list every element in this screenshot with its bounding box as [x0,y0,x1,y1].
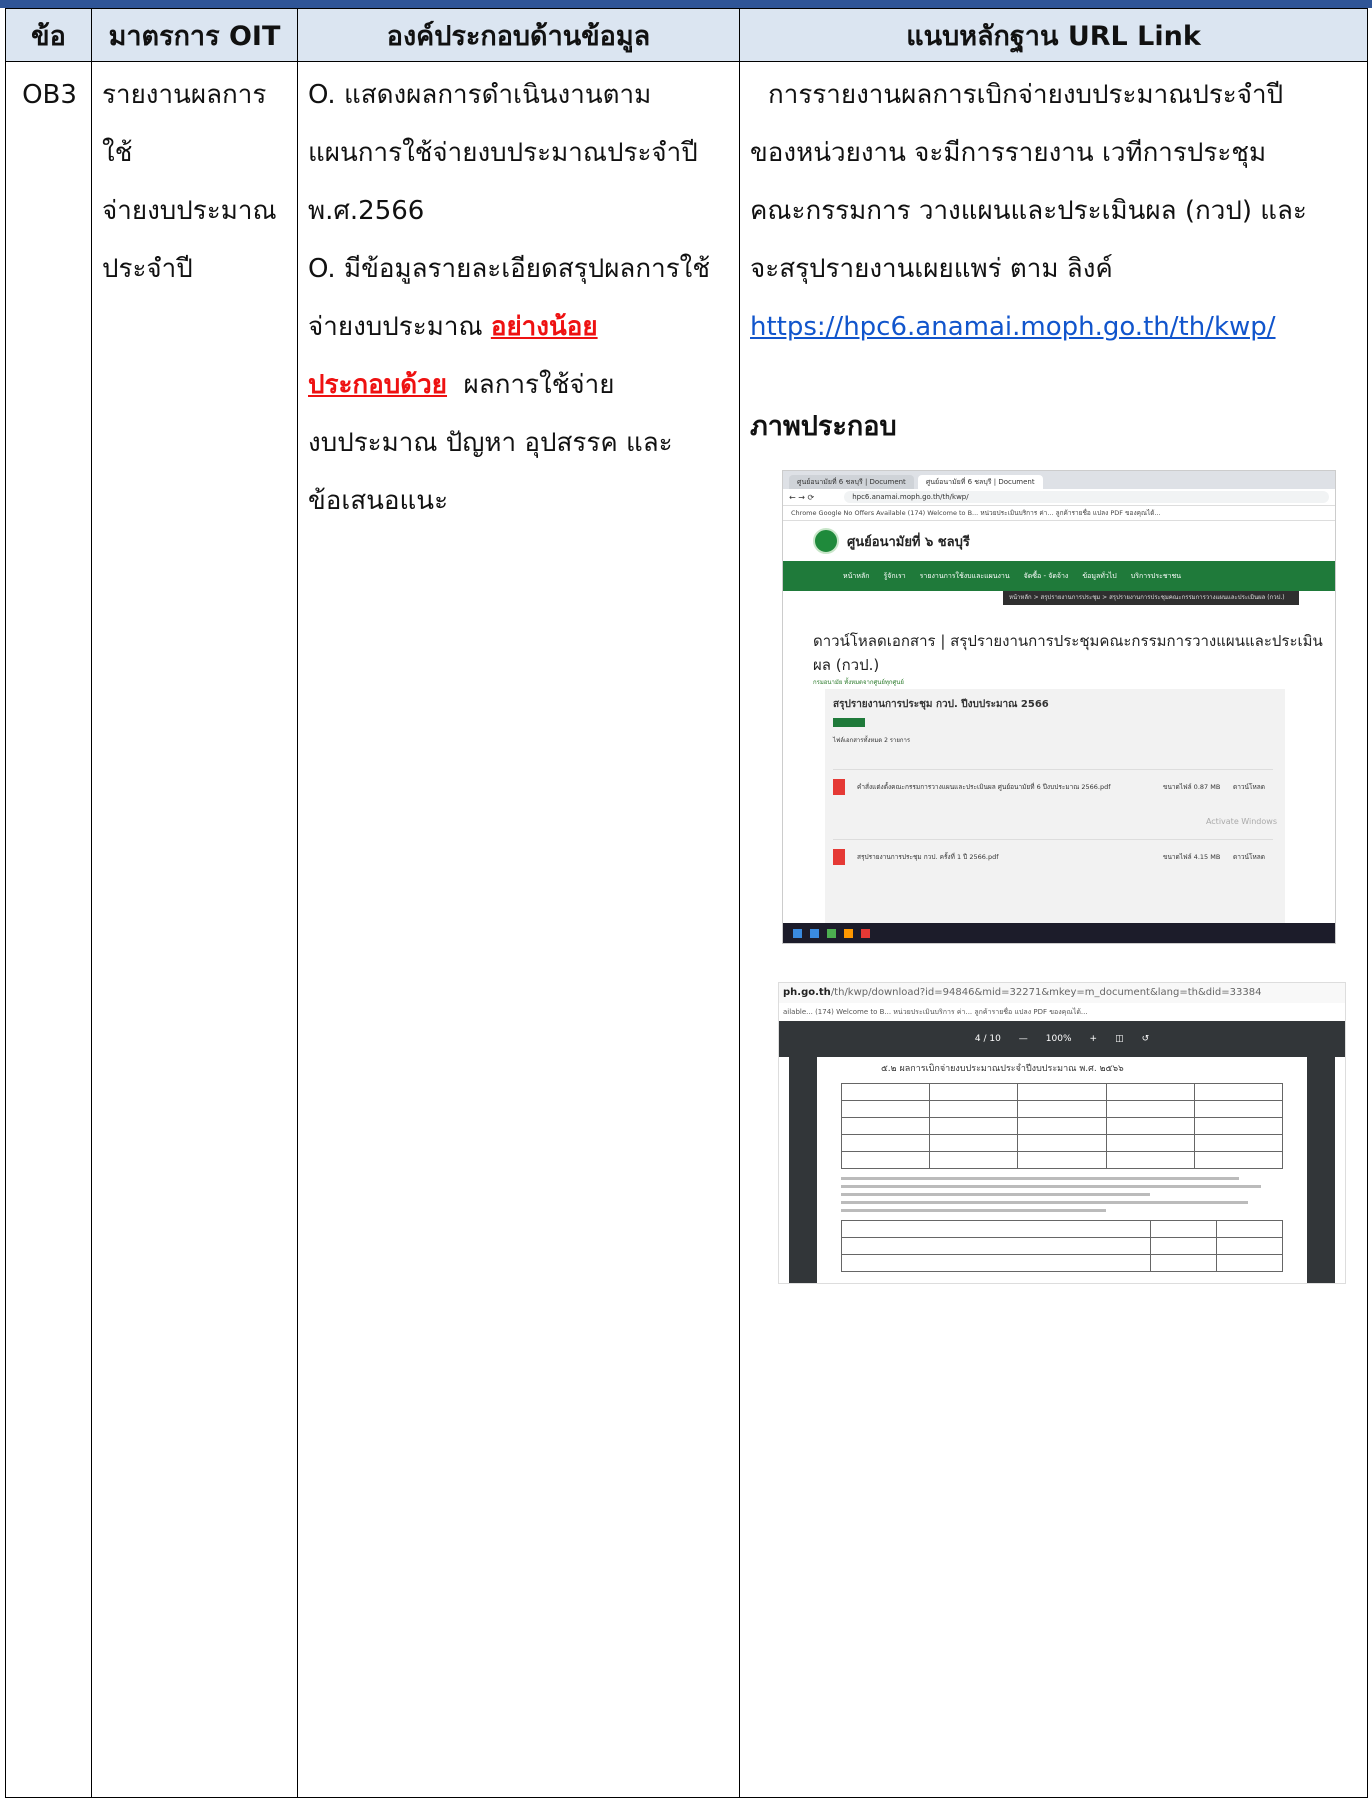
file-meta: ขนาดไฟล์ 4.15 MB [1163,853,1221,861]
list-item: คำสั่งแต่งตั้งคณะกรรมการวางแผนและประเมิน… [833,769,1273,804]
address-bar: ← → ⟳ hpc6.anamai.moph.go.th/th/kwp/ [783,489,1335,506]
plan-table [841,1220,1284,1272]
app-icon [827,928,836,938]
evidence-line: การรายงานผลการเบิกจ่ายงบประมาณประจำปี [768,80,1284,110]
pdf-toolbar: 4 / 10 — 100% + ◫ ↺ [779,1021,1345,1057]
document-list: สรุปรายงานการประชุม กวป. ปีงบประมาณ 2566… [825,689,1285,929]
component-line: ข้อเสนอแนะ [308,486,449,516]
watermark: Activate Windows [1205,817,1277,826]
fit-page-icon: ◫ [1115,1034,1124,1044]
evidence-url-link[interactable]: https://hpc6.anamai.moph.go.th/th/kwp/ [750,312,1276,342]
url-domain: ph.go.th [783,987,831,998]
pdf-url: ph.go.th/th/kwp/download?id=94846&mid=32… [779,983,1345,1003]
component-line: แผนการใช้จ่ายงบประมาณประจำปี [308,138,698,168]
site-header: ศูนย์อนามัยที่ ๖ ชลบุรี [783,521,1335,561]
file-name: สรุปรายงานการประชุม กวป. ครั้งที่ 1 ปี 2… [857,853,999,861]
component-text: O. แสดงผลการดำเนินงานตาม แผนการใช้จ่ายงบ… [298,62,739,530]
nav-item: รายงานการใช้งบและแผนงาน [919,571,1010,580]
header-measure: มาตรการ OIT [91,8,298,62]
measure-line: รายงานผลการใช้ [102,80,267,168]
component-line: พ.ศ.2566 [308,196,425,226]
bookmarks-bar: ailable... (174) Welcome to B... หน่วยปร… [783,1008,1088,1016]
measure-line: จ่ายงบประมาณ [102,196,277,226]
taskbar [783,923,1335,943]
figure-label: ภาพประกอบ [750,411,897,442]
evidence-line: คณะกรรมการ วางแผนและประเมินผล (กวป) และ [750,196,1307,226]
rotate-icon: ↺ [1141,1034,1150,1044]
page-title: ดาวน์โหลดเอกสาร | สรุปรายงานการประชุมคณะ… [813,629,1335,687]
nav-item: จัดซื้อ - จัดจ้าง [1023,571,1069,580]
site-nav: หน้าหลัก รู้จักเรา รายงานการใช้งบและแผนง… [783,561,1335,591]
year-badge [833,718,865,727]
page-subtitle: กรมอนามัย ทั้งหมดจากศูนย์ทุกศูนย์ [813,679,904,686]
bookmarks-bar: Chrome Google No Offers Available (174) … [783,506,1335,521]
component-line: ประกอบด้วย ผลการใช้จ่าย [308,356,731,414]
nav-item: บริการประชาชน [1130,571,1182,580]
pdf-screenshot: ph.go.th/th/kwp/download?id=94846&mid=32… [778,982,1346,1284]
component-line: งบประมาณ ปัญหา อุปสรรค และ [308,428,673,458]
file-meta: ขนาดไฟล์ 0.87 MB [1163,783,1221,791]
file-name: คำสั่งแต่งตั้งคณะกรรมการวางแผนและประเมิน… [857,783,1111,791]
component-text-span: ผลการใช้จ่าย [447,370,615,400]
page-title-text: ดาวน์โหลดเอกสาร | สรุปรายงานการประชุมคณะ… [813,632,1323,674]
header-row: ข้อ มาตรการ OIT องค์ประกอบด้านข้อมูล แนบ… [5,8,1368,62]
browser-tab-active: ศูนย์อนามัยที่ 6 ชลบุรี | Document [917,475,1043,489]
nav-item: หน้าหลัก [843,571,870,580]
evidence-line: ของหน่วยงาน จะมีการรายงาน เวทีการประชุม [750,138,1267,168]
url-path: /th/kwp/download?id=94846&mid=32271&mkey… [830,987,1262,998]
cell-no: OB3 [5,61,92,1798]
pdf-icon [833,849,845,865]
emphasis-consists-of: ประกอบด้วย [308,370,448,400]
measure-text: รายงานผลการใช้ จ่ายงบประมาณ ประจำปี [92,62,297,298]
budget-table [840,1083,1284,1169]
list-item: สรุปรายงานการประชุม กวป. ครั้งที่ 1 ปี 2… [833,839,1273,874]
website-screenshot: ศูนย์อนามัยที่ 6 ชลบุรี | Document ศูนย์… [782,470,1336,944]
file-count: ไฟล์เอกสารทั้งหมด 2 รายการ [833,737,911,744]
address-url: hpc6.anamai.moph.go.th/th/kwp/ [844,491,1329,503]
measure-line: ประจำปี [102,254,193,284]
doc-heading: ๕.๒ ผลการเบิกจ่ายงบประมาณประจำปีงบประมาณ… [881,1064,1124,1074]
site-name: ศูนย์อนามัยที่ ๖ ชลบุรี [847,534,970,550]
nav-arrows-icon: ← → ⟳ [789,492,815,502]
header-no: ข้อ [5,8,92,62]
component-line: O. มีข้อมูลรายละเอียดสรุปผลการใช้ [308,254,711,284]
section-title: สรุปรายงานการประชุม กวป. ปีงบประมาณ 2566 [833,699,1049,710]
cell-component: O. แสดงผลการดำเนินงานตาม แผนการใช้จ่ายงบ… [297,61,740,1798]
app-icon [861,928,870,938]
header-evidence: แนบหลักฐาน URL Link [739,8,1368,62]
zoom-in-icon: + [1089,1034,1098,1044]
breadcrumb: หน้าหลัก > สรุปรายงานการประชุม > สรุปราย… [1003,591,1299,605]
nav-item: ข้อมูลทั่วไป [1082,571,1117,580]
top-border [0,0,1372,8]
browser-tabs: ศูนย์อนามัยที่ 6 ชลบุรี | Document ศูนย์… [783,471,1335,489]
site-logo [813,528,839,554]
nav-item: รู้จักเรา [883,571,906,580]
download-label: ดาวน์โหลด [1233,853,1265,861]
header-component: องค์ประกอบด้านข้อมูล [297,8,740,62]
pdf-icon [833,779,845,795]
component-line: O. แสดงผลการดำเนินงานตาม [308,80,652,110]
component-line: จ่ายงบประมาณ อย่างน้อย [308,298,731,356]
evidence-text: การรายงานผลการเบิกจ่ายงบประมาณประจำปี ขอ… [740,62,1367,456]
zoom-level: 100% [1045,1034,1072,1044]
row-number: OB3 [22,80,77,110]
emphasis-at-least: อย่างน้อย [490,312,598,342]
page-indicator: 4 / 10 [974,1034,1001,1044]
cell-measure: รายงานผลการใช้ จ่ายงบประมาณ ประจำปี [91,61,298,1798]
pdf-page: ๕.๒ ผลการเบิกจ่ายงบประมาณประจำปีงบประมาณ… [789,1057,1335,1283]
component-text-span: จ่ายงบประมาณ [308,312,491,342]
windows-icon [793,928,802,938]
zoom-out-icon: — [1018,1034,1028,1044]
browser-tab: ศูนย์อนามัยที่ 6 ชลบุรี | Document [789,475,914,489]
download-label: ดาวน์โหลด [1233,783,1265,791]
search-icon [810,928,819,938]
evidence-line: จะสรุปรายงานเผยแพร่ ตาม ลิงค์ [750,254,1113,284]
doc-paragraph [841,1177,1283,1212]
app-icon [844,928,853,938]
